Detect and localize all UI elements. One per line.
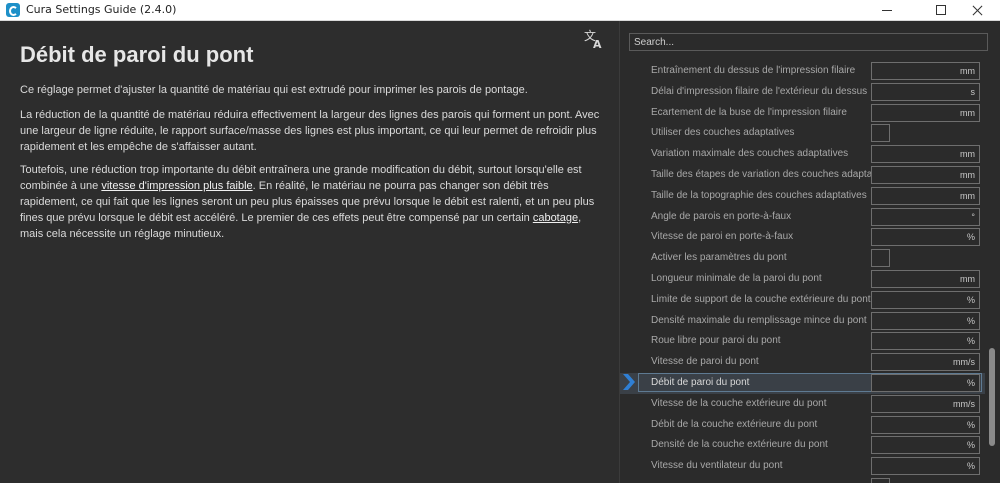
setting-label: Débit de la couche extérieure du pont (651, 418, 818, 430)
close-icon (972, 5, 983, 16)
article-paragraph-1: Ce réglage permet d'ajuster la quantité … (20, 84, 528, 96)
setting-row[interactable]: Ecartement de la buse de l'impression fi… (620, 103, 985, 124)
setting-label: Limite de support de la couche extérieur… (651, 293, 871, 305)
setting-label: Roue libre pour paroi du pont (651, 335, 781, 347)
setting-row[interactable]: Délai d'impression filaire de l'extérieu… (620, 82, 985, 103)
setting-value-field[interactable]: % (871, 436, 980, 455)
setting-row[interactable]: Débit de paroi du pont% (620, 372, 985, 394)
setting-label: Densité de la couche extérieure du pont (651, 439, 828, 451)
minimize-icon (881, 9, 892, 11)
setting-label: Ecartement de la buse de l'impression fi… (651, 106, 847, 118)
setting-label: Longueur minimale de la paroi du pont (651, 272, 822, 284)
setting-row[interactable]: Vitesse du ventilateur du pont% (620, 456, 985, 477)
search-input[interactable] (629, 33, 988, 51)
setting-value-field[interactable]: ° (871, 207, 980, 226)
link-cabotage[interactable]: cabotage (533, 212, 578, 224)
setting-row[interactable]: Densité de la couche extérieure du pont% (620, 435, 985, 456)
close-button[interactable] (955, 0, 1000, 20)
minimize-button[interactable] (864, 0, 909, 20)
setting-value-field[interactable]: % (871, 228, 980, 247)
setting-row[interactable]: Utiliser des couches adaptatives (620, 123, 985, 144)
setting-row[interactable]: Activer les paramètres du pont (620, 248, 985, 269)
page-title: Débit de paroi du pont (20, 42, 254, 67)
setting-label: Vitesse de paroi en porte-à-faux (651, 231, 794, 243)
setting-value-field[interactable]: mm (871, 269, 980, 288)
article-paragraph-2: La réduction de la quantité de matériau … (20, 109, 600, 153)
setting-row[interactable]: Taille de la topographie des couches ada… (620, 186, 985, 207)
setting-value-field[interactable]: % (871, 373, 980, 392)
setting-label: Activer les paramètres du pont (651, 252, 787, 264)
setting-row[interactable]: Vitesse de paroi du pont mm/s (620, 352, 985, 373)
scrollbar-thumb[interactable] (989, 348, 995, 446)
setting-row[interactable]: Vitesse de la couche extérieure du pont m… (620, 394, 985, 415)
setting-row[interactable]: Débit de la couche extérieure du pont% (620, 415, 985, 436)
setting-row[interactable]: Variation maximale des couches adaptativ… (620, 144, 985, 165)
setting-value-field[interactable]: mm (871, 103, 980, 122)
setting-value-field[interactable]: mm/s (871, 394, 980, 413)
translate-icon[interactable]: 文 A (583, 27, 605, 49)
settings-list: Entraînement du dessus de l'impression f… (620, 61, 985, 483)
setting-label: Taille de la topographie des couches ada… (651, 189, 867, 201)
window-title: Cura Settings Guide (2.4.0) (26, 3, 177, 16)
maximize-icon (935, 5, 946, 15)
svg-text:A: A (593, 38, 602, 49)
setting-row[interactable]: Angle de parois en porte-à-faux ° (620, 207, 985, 228)
article-paragraph-3: Toutefois, une réduction trop importante… (20, 162, 605, 242)
link-vitesse-impression[interactable]: vitesse d'impression plus faible (101, 180, 252, 192)
setting-value-field[interactable]: % (871, 415, 980, 434)
setting-value-field[interactable]: % (871, 290, 980, 309)
setting-label: Entraînement du dessus de l'impression f… (651, 65, 856, 76)
setting-label: Utiliser des couches adaptatives (651, 127, 795, 139)
setting-checkbox[interactable] (871, 477, 890, 483)
setting-label: Densité maximale du remplissage mince du… (651, 314, 867, 326)
setting-row[interactable] (620, 477, 985, 483)
setting-value-field[interactable]: mm/s (871, 353, 980, 372)
setting-row[interactable]: Entraînement du dessus de l'impression f… (620, 61, 985, 82)
setting-row[interactable]: Taille des étapes de variation des couch… (620, 165, 985, 186)
setting-row[interactable]: Vitesse de paroi en porte-à-faux% (620, 227, 985, 248)
setting-value-field[interactable]: % (871, 332, 980, 351)
cura-app-icon (6, 3, 20, 17)
setting-label: Débit de paroi du pont (651, 376, 750, 388)
setting-label: Vitesse du ventilateur du pont (651, 460, 783, 472)
setting-checkbox[interactable] (871, 249, 890, 268)
title-bar: Cura Settings Guide (2.4.0) (0, 0, 1000, 21)
setting-checkbox[interactable] (871, 124, 890, 143)
setting-label: Vitesse de la couche extérieure du pont (651, 397, 827, 409)
setting-label: Vitesse de paroi du pont (651, 356, 759, 368)
setting-value-field[interactable]: mm (871, 186, 980, 205)
setting-row[interactable]: Roue libre pour paroi du pont% (620, 331, 985, 352)
setting-row[interactable]: Densité maximale du remplissage mince du… (620, 311, 985, 332)
setting-row[interactable]: Longueur minimale de la paroi du pont mm (620, 269, 985, 290)
setting-label: Délai d'impression filaire de l'extérieu… (651, 85, 868, 97)
setting-label: Angle de parois en porte-à-faux (651, 210, 792, 222)
setting-value-field[interactable]: % (871, 311, 980, 330)
setting-value-field[interactable]: mm (871, 62, 980, 80)
setting-label: Variation maximale des couches adaptativ… (651, 148, 849, 160)
setting-value-field[interactable]: mm (871, 165, 980, 184)
setting-row[interactable]: Limite de support de la couche extérieur… (620, 290, 985, 311)
setting-value-field[interactable]: s (871, 82, 980, 101)
setting-value-field[interactable]: mm (871, 145, 980, 164)
setting-label: Taille des étapes de variation des couch… (651, 168, 871, 180)
selected-chevron-icon (623, 374, 635, 390)
setting-value-field[interactable]: % (871, 457, 980, 476)
